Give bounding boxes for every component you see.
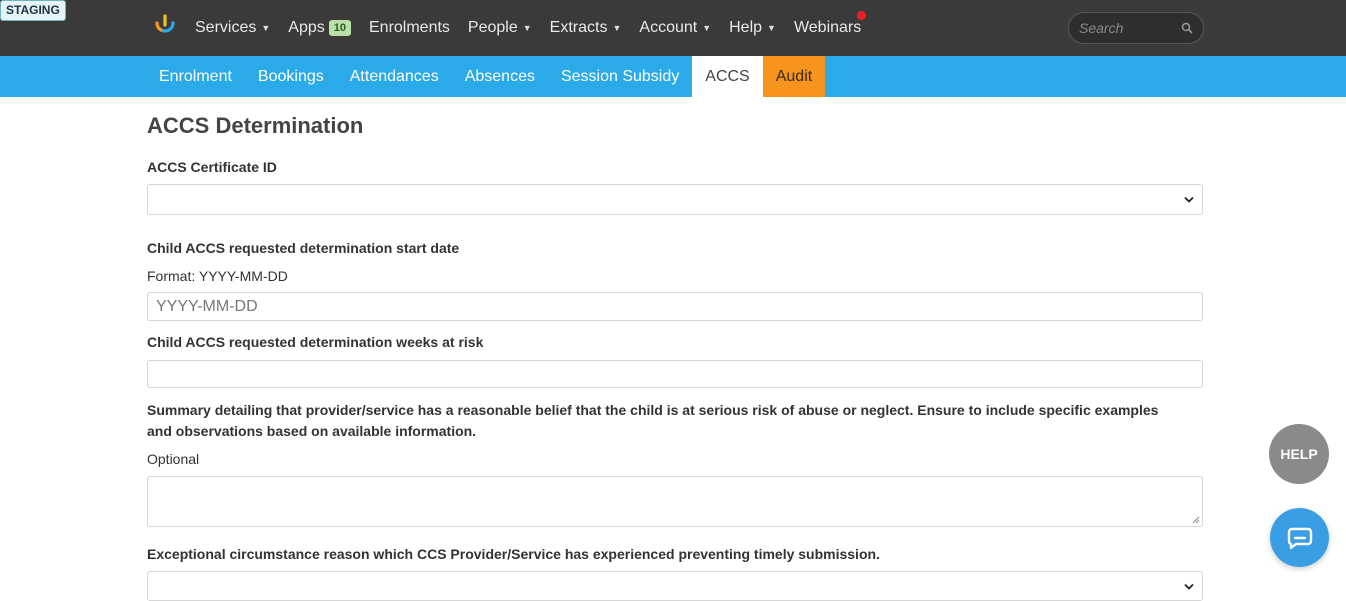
tab-audit[interactable]: Audit bbox=[762, 56, 826, 97]
summary-label: Summary detailing that provider/service … bbox=[147, 402, 1159, 439]
environment-badge: STAGING bbox=[0, 0, 66, 21]
tab-accs[interactable]: ACCS bbox=[692, 56, 763, 97]
chevron-down-icon bbox=[1184, 583, 1194, 590]
start-date-format-hint: Format: YYYY-MM-DD bbox=[147, 268, 288, 284]
summary-textarea[interactable] bbox=[147, 476, 1203, 527]
main-menu: Services ▼ Apps 10 Enrolments People ▼ E… bbox=[195, 0, 879, 56]
nav-label: Extracts bbox=[549, 19, 608, 36]
caret-down-icon: ▼ bbox=[261, 23, 271, 33]
nav-label: Enrolments bbox=[369, 19, 450, 36]
notification-dot bbox=[857, 11, 866, 20]
nav-label: Help bbox=[729, 19, 763, 36]
chat-button[interactable] bbox=[1270, 508, 1329, 567]
search-icon[interactable] bbox=[1181, 22, 1193, 34]
nav-label: Account bbox=[639, 19, 698, 36]
tab-absences[interactable]: Absences bbox=[452, 56, 548, 97]
page-title: ACCS Determination bbox=[147, 113, 364, 138]
tab-session-subsidy[interactable]: Session Subsidy bbox=[548, 56, 692, 97]
caret-down-icon: ▼ bbox=[702, 23, 712, 33]
exceptional-label: Exceptional circumstance reason which CC… bbox=[147, 546, 880, 562]
nav-label: Apps bbox=[288, 19, 325, 36]
nav-apps[interactable]: Apps 10 bbox=[288, 19, 351, 37]
apps-count-badge: 10 bbox=[328, 20, 351, 36]
nav-label: Webinars bbox=[793, 19, 862, 36]
caret-down-icon: ▼ bbox=[767, 23, 776, 33]
nav-webinars[interactable]: Webinars bbox=[794, 19, 861, 37]
nav-help[interactable]: Help ▼ bbox=[729, 19, 776, 37]
tab-enrolment[interactable]: Enrolment bbox=[146, 56, 245, 97]
nav-extracts[interactable]: Extracts ▼ bbox=[550, 19, 622, 37]
nav-enrolments[interactable]: Enrolments bbox=[369, 19, 450, 37]
sub-navigation-bar: Enrolment Bookings Attendances Absences … bbox=[0, 56, 1346, 97]
top-navigation-bar: Services ▼ Apps 10 Enrolments People ▼ E… bbox=[0, 0, 1346, 56]
nav-services[interactable]: Services ▼ bbox=[195, 19, 270, 37]
caret-down-icon: ▼ bbox=[522, 23, 532, 33]
weeks-label: Child ACCS requested determination weeks… bbox=[147, 334, 484, 350]
search-box[interactable] bbox=[1068, 12, 1204, 44]
tab-attendances[interactable]: Attendances bbox=[337, 56, 452, 97]
nav-account[interactable]: Account ▼ bbox=[639, 19, 711, 37]
start-date-input[interactable] bbox=[156, 297, 1202, 316]
resize-handle-icon[interactable] bbox=[1192, 516, 1200, 524]
weeks-at-risk-input[interactable] bbox=[147, 360, 1203, 388]
start-date-field[interactable] bbox=[147, 292, 1203, 321]
caret-down-icon: ▼ bbox=[612, 23, 622, 33]
chat-bubble-icon bbox=[1287, 527, 1312, 549]
start-date-label: Child ACCS requested determination start… bbox=[147, 240, 460, 256]
chevron-down-icon bbox=[1184, 196, 1194, 203]
exceptional-reason-select[interactable] bbox=[147, 571, 1203, 601]
nav-people[interactable]: People ▼ bbox=[468, 19, 532, 37]
summary-optional-hint: Optional bbox=[147, 451, 200, 467]
certificate-select[interactable] bbox=[147, 184, 1203, 215]
tab-list: Enrolment Bookings Attendances Absences … bbox=[146, 56, 826, 97]
nav-label: Services bbox=[195, 19, 257, 36]
app-logo-icon[interactable] bbox=[153, 13, 177, 39]
search-input[interactable] bbox=[1079, 20, 1181, 36]
certificate-label: ACCS Certificate ID bbox=[147, 159, 277, 175]
tab-bookings[interactable]: Bookings bbox=[245, 56, 337, 97]
help-button[interactable]: HELP bbox=[1269, 424, 1329, 484]
nav-label: People bbox=[467, 19, 518, 36]
